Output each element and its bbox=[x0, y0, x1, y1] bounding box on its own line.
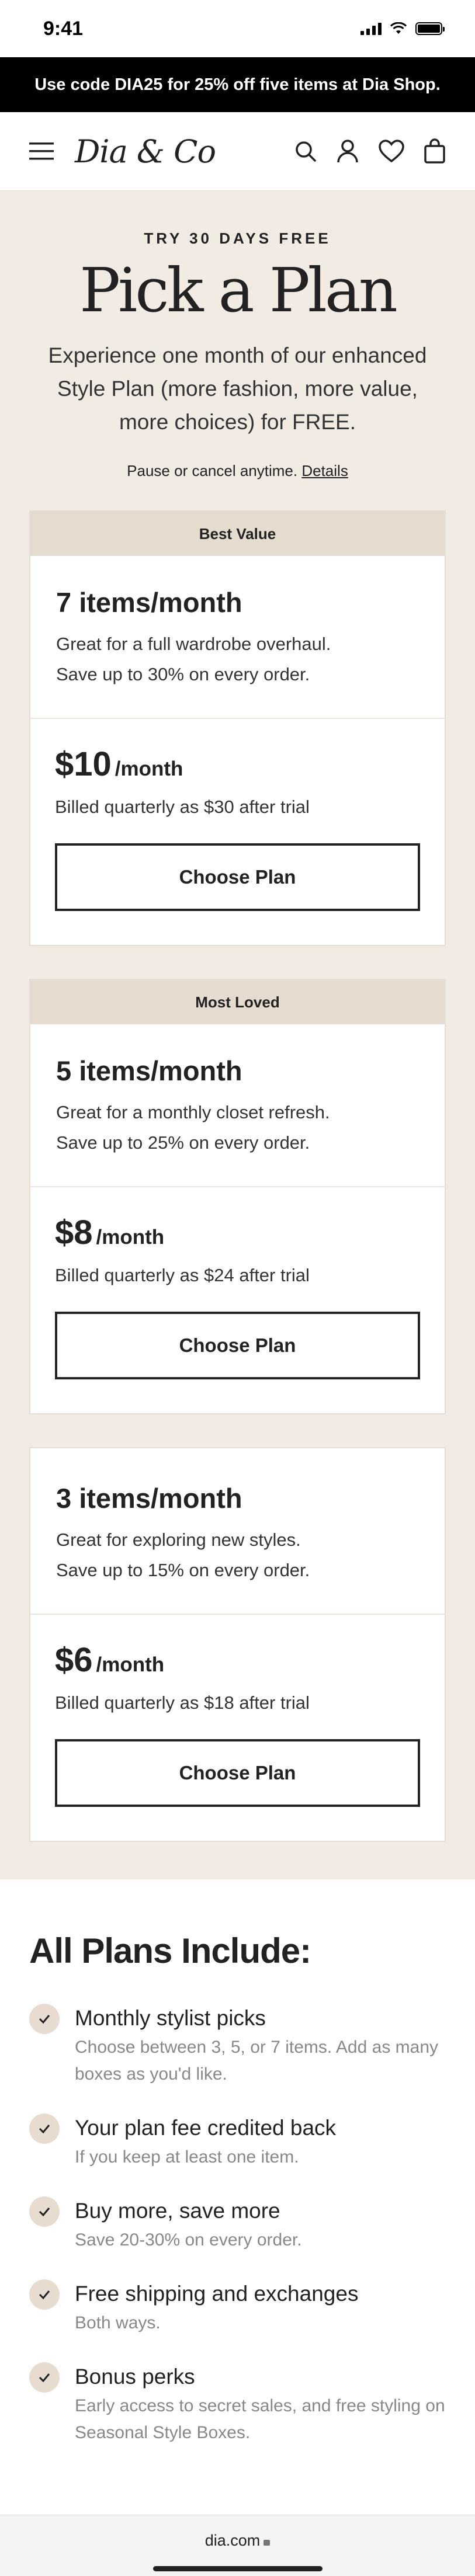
details-link[interactable]: Details bbox=[301, 462, 348, 479]
check-icon bbox=[29, 2362, 60, 2393]
url-text: dia.com bbox=[204, 2532, 261, 2549]
benefit-item: Buy more, save more Save 20-30% on every… bbox=[29, 2196, 446, 2254]
price-period: /month bbox=[115, 757, 183, 780]
pause-text: Pause or cancel anytime. bbox=[127, 462, 298, 479]
plan-benefits-section: All Plans Include: Monthly stylist picks… bbox=[0, 1879, 475, 2515]
intro-text: Experience one month of our enhanced Sty… bbox=[48, 343, 427, 434]
plan-card-3: 3 items/month Great for exploring new st… bbox=[29, 1447, 446, 1842]
billing-note: Billed quarterly as $18 after trial bbox=[55, 1692, 310, 1713]
plan-price: $8 /month bbox=[55, 1213, 420, 1252]
plan-items: 5 items/month bbox=[56, 1055, 242, 1086]
plan-tag: Best Value bbox=[30, 512, 445, 556]
heart-icon[interactable] bbox=[378, 140, 405, 163]
plan-price: $10 /month bbox=[55, 745, 420, 784]
benefits-title: All Plans Include: bbox=[29, 1931, 311, 1970]
status-time: 9:41 bbox=[43, 17, 84, 40]
choose-plan-button[interactable]: Choose Plan bbox=[55, 1312, 420, 1379]
plan-desc-line-1: Great for exploring new styles. bbox=[56, 1529, 301, 1550]
benefit-item: Bonus perks Early access to secret sales… bbox=[29, 2362, 446, 2446]
plan-desc-line-2: Save up to 25% on every order. bbox=[56, 1132, 310, 1153]
benefit-detail: Choose between 3, 5, or 7 items. Add as … bbox=[75, 2038, 439, 2084]
page-title: Pick a Plan bbox=[79, 255, 398, 326]
benefit-heading: Bonus perks bbox=[75, 2365, 195, 2389]
plan-pricing: $6 /month Billed quarterly as $18 after … bbox=[30, 1615, 445, 1841]
benefit-detail: Both ways. bbox=[75, 2313, 161, 2332]
trial-eyebrow: TRY 30 DAYS FREE bbox=[144, 230, 331, 247]
benefit-item: Free shipping and exchanges Both ways. bbox=[29, 2279, 446, 2337]
plan-card-5: Most Loved 5 items/month Great for a mon… bbox=[29, 979, 446, 1414]
benefit-heading: Buy more, save more bbox=[75, 2199, 280, 2223]
pause-note: Pause or cancel anytime. Details bbox=[29, 462, 446, 480]
choose-plan-button[interactable]: Choose Plan bbox=[55, 843, 420, 911]
check-icon bbox=[29, 2113, 60, 2144]
plan-tag: Most Loved bbox=[30, 980, 445, 1024]
check-icon bbox=[29, 2279, 60, 2310]
benefit-heading: Monthly stylist picks bbox=[75, 2006, 266, 2030]
plan-description: Great for a full wardrobe overhaul. Save… bbox=[56, 629, 419, 690]
hamburger-icon[interactable] bbox=[29, 142, 54, 160]
plan-desc-line-2: Save up to 30% on every order. bbox=[56, 664, 310, 684]
status-icons bbox=[360, 22, 445, 35]
benefit-heading: Free shipping and exchanges bbox=[75, 2282, 359, 2306]
price-amount: $6 bbox=[55, 1641, 93, 1679]
nav-icons bbox=[294, 138, 446, 164]
browser-address-bar[interactable]: dia.com bbox=[0, 2515, 475, 2576]
wifi-icon bbox=[390, 22, 407, 34]
plan-description: Great for exploring new styles. Save up … bbox=[56, 1525, 419, 1586]
price-period: /month bbox=[96, 1653, 165, 1676]
cellular-signal-icon bbox=[360, 22, 382, 35]
bag-icon[interactable] bbox=[424, 138, 446, 164]
url-display[interactable]: dia.com bbox=[0, 2515, 475, 2550]
plans-section: TRY 30 DAYS FREE Pick a Plan Experience … bbox=[0, 191, 475, 1879]
site-header: Dia & Co bbox=[0, 112, 475, 191]
promo-banner[interactable]: Use code DIA25 for 25% off five items at… bbox=[0, 57, 475, 112]
account-icon[interactable] bbox=[336, 139, 359, 164]
lock-icon bbox=[263, 2540, 271, 2546]
status-bar: 9:41 bbox=[0, 0, 475, 57]
benefit-item: Your plan fee credited back If you keep … bbox=[29, 2113, 446, 2171]
plan-info: 7 items/month Great for a full wardrobe … bbox=[30, 556, 445, 719]
price-period: /month bbox=[96, 1226, 165, 1249]
plan-desc-line-2: Save up to 15% on every order. bbox=[56, 1560, 310, 1580]
check-icon bbox=[29, 2196, 60, 2227]
plan-items: 3 items/month bbox=[56, 1483, 242, 1514]
benefits-list: Monthly stylist picks Choose between 3, … bbox=[29, 2004, 446, 2446]
battery-icon bbox=[415, 22, 445, 35]
plan-pricing: $10 /month Billed quarterly as $30 after… bbox=[30, 719, 445, 945]
plan-card-7: Best Value 7 items/month Great for a ful… bbox=[29, 510, 446, 946]
home-indicator[interactable] bbox=[152, 2566, 323, 2571]
billing-note: Billed quarterly as $30 after trial bbox=[55, 797, 310, 817]
price-amount: $8 bbox=[55, 1214, 93, 1252]
choose-plan-button[interactable]: Choose Plan bbox=[55, 1739, 420, 1807]
plan-info: 3 items/month Great for exploring new st… bbox=[30, 1448, 445, 1615]
benefit-detail: Save 20-30% on every order. bbox=[75, 2230, 302, 2250]
benefit-detail: If you keep at least one item. bbox=[75, 2147, 299, 2167]
plan-desc-line-1: Great for a full wardrobe overhaul. bbox=[56, 634, 331, 654]
check-icon bbox=[29, 2004, 60, 2034]
plan-price: $6 /month bbox=[55, 1640, 420, 1680]
plan-pricing: $8 /month Billed quarterly as $24 after … bbox=[30, 1187, 445, 1413]
benefit-heading: Your plan fee credited back bbox=[75, 2116, 337, 2140]
benefit-item: Monthly stylist picks Choose between 3, … bbox=[29, 2004, 446, 2088]
brand-logo[interactable]: Dia & Co bbox=[75, 133, 216, 170]
plan-info: 5 items/month Great for a monthly closet… bbox=[30, 1024, 445, 1187]
plan-description: Great for a monthly closet refresh. Save… bbox=[56, 1097, 419, 1158]
plan-items: 7 items/month bbox=[56, 587, 242, 618]
price-amount: $10 bbox=[55, 745, 112, 783]
plan-desc-line-1: Great for a monthly closet refresh. bbox=[56, 1102, 330, 1122]
search-icon[interactable] bbox=[294, 140, 317, 163]
billing-note: Billed quarterly as $24 after trial bbox=[55, 1265, 310, 1285]
benefit-detail: Early access to secret sales, and free s… bbox=[75, 2396, 445, 2442]
